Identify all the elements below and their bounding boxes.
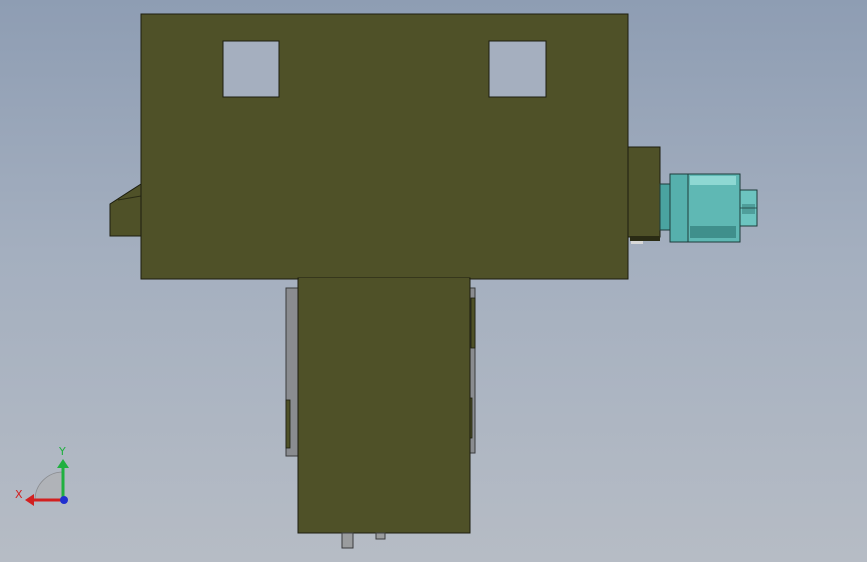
main-body-plate[interactable]	[140, 13, 629, 280]
bottom-pin-left[interactable]	[341, 532, 354, 549]
graphics-viewport[interactable]: Y X	[0, 0, 867, 562]
right-window-cutout[interactable]	[488, 40, 547, 98]
left-wedge-bracket[interactable]	[109, 183, 142, 237]
cad-model-view[interactable]: Y X	[0, 0, 867, 562]
x-axis-label: X	[15, 488, 23, 501]
bottom-pin-right[interactable]	[375, 532, 386, 540]
y-axis-label: Y	[58, 445, 66, 458]
coordinate-triad: Y X	[15, 445, 69, 506]
left-window-cutout[interactable]	[222, 40, 280, 98]
vertical-stem[interactable]	[297, 277, 471, 534]
servo-motor[interactable]	[659, 173, 758, 243]
z-axis-dot-icon	[60, 496, 68, 504]
motor-mount-block[interactable]	[627, 146, 661, 238]
